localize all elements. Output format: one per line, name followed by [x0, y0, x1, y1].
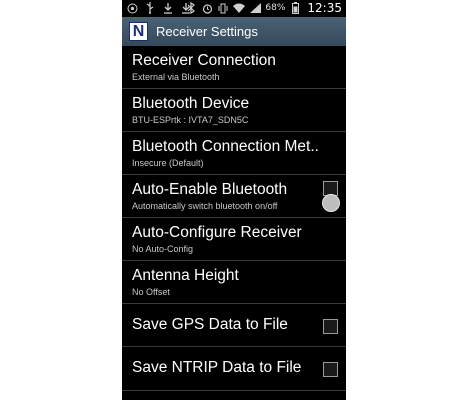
save-ntrip-data-checkbox[interactable] — [323, 362, 338, 377]
page-title: Receiver Settings — [156, 24, 258, 39]
setting-bluetooth-device[interactable]: Bluetooth Device BTU-ESPrtk : IVTA7_SDN5… — [122, 89, 346, 132]
usb-icon — [144, 2, 156, 14]
setting-antenna-height[interactable]: Antenna Height No Offset — [122, 261, 346, 304]
touch-indicator — [322, 194, 340, 212]
signal-icon — [249, 2, 261, 14]
setting-summary: BTU-ESPrtk : IVTA7_SDN5C — [132, 115, 249, 125]
setting-save-ntrip-data[interactable]: Save NTRIP Data to File — [122, 347, 346, 391]
status-bar-notifications — [126, 2, 192, 14]
setting-title: Bluetooth Connection Met.. — [132, 138, 319, 155]
setting-save-gps-data[interactable]: Save GPS Data to File — [122, 304, 346, 347]
setting-auto-enable-bluetooth[interactable]: Auto-Enable Bluetooth Automatically swit… — [122, 175, 346, 218]
setting-bluetooth-connection-method[interactable]: Bluetooth Connection Met.. Insecure (Def… — [122, 132, 346, 175]
app-logo-icon[interactable]: N — [129, 22, 148, 41]
setting-summary: External via Bluetooth — [132, 72, 220, 82]
battery-percent: 68% — [265, 3, 286, 13]
vibrate-icon — [217, 2, 229, 14]
status-bar-system: 68% 12:35 — [185, 1, 342, 15]
settings-list: Receiver Connection External via Bluetoo… — [122, 46, 346, 391]
bluetooth-icon — [185, 2, 197, 14]
setting-title: Auto-Configure Receiver — [132, 224, 302, 241]
save-gps-data-checkbox[interactable] — [323, 319, 338, 334]
battery-icon — [289, 2, 301, 14]
status-bar: 68% 12:35 — [122, 0, 346, 17]
alarm-icon — [201, 2, 213, 14]
setting-summary: Insecure (Default) — [132, 158, 204, 168]
setting-title: Auto-Enable Bluetooth — [132, 181, 288, 198]
setting-summary: No Offset — [132, 287, 170, 297]
status-clock: 12:35 — [307, 1, 342, 15]
phone-screen: 68% 12:35 N Receiver Settings Receiver C… — [122, 0, 346, 400]
setting-title: Receiver Connection — [132, 52, 276, 69]
setting-receiver-connection[interactable]: Receiver Connection External via Bluetoo… — [122, 46, 346, 89]
target-icon — [126, 2, 138, 14]
setting-summary: No Auto-Config — [132, 244, 194, 254]
setting-title: Antenna Height — [132, 267, 239, 284]
download-icon — [162, 2, 174, 14]
wifi-icon — [233, 2, 246, 14]
setting-title: Bluetooth Device — [132, 95, 250, 112]
action-bar: N Receiver Settings — [122, 17, 346, 46]
setting-title: Save GPS Data to File — [132, 316, 288, 333]
setting-auto-configure-receiver[interactable]: Auto-Configure Receiver No Auto-Config — [122, 218, 346, 261]
setting-summary: Automatically switch bluetooth on/off — [132, 201, 278, 211]
setting-title: Save NTRIP Data to File — [132, 359, 302, 376]
